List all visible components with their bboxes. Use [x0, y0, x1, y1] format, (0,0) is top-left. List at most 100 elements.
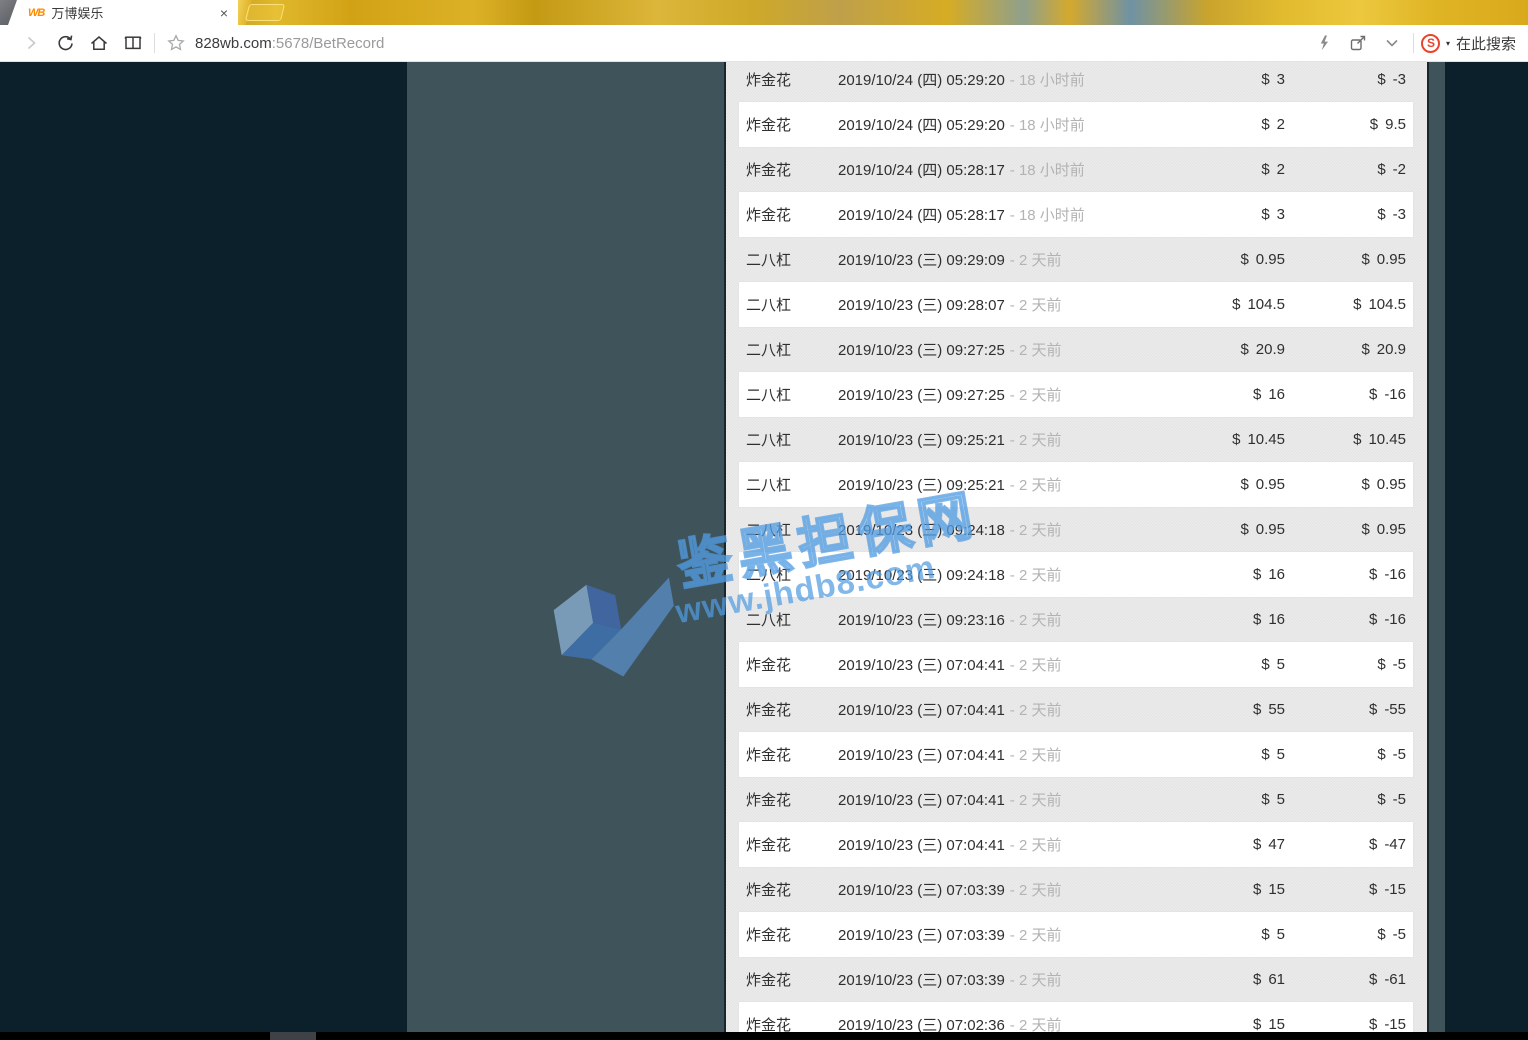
amount-currency: $ — [1261, 161, 1270, 178]
table-row: 炸金花 2019/10/23 (三) 07:04:41- 2 天前 $55 $ -… — [739, 687, 1413, 732]
bet-time: 2019/10/23 (三) 07:04:41 — [838, 702, 1005, 719]
bet-time-cell: 2019/10/23 (三) 09:25:21- 2 天前 — [838, 429, 1125, 450]
amount-currency: $ — [1240, 521, 1249, 538]
win-loss-cell: $0.95 — [1285, 251, 1413, 268]
home-button[interactable] — [82, 28, 116, 58]
toolbar-more-button[interactable] — [1375, 28, 1409, 58]
page-content: 炸金花 2019/10/24 (四) 05:29:20- 18 小时前 $3 $… — [0, 62, 1528, 1032]
bet-time-cell: 2019/10/23 (三) 07:04:41- 2 天前 — [838, 654, 1125, 675]
bet-amount-cell: $47 — [1125, 836, 1285, 853]
result-value: -47 — [1384, 836, 1406, 853]
table-row: 炸金花 2019/10/23 (三) 07:03:39- 2 天前 $15 $ -… — [739, 867, 1413, 912]
toolbar-separator — [154, 33, 155, 53]
win-loss-cell: $9.5 — [1285, 116, 1413, 133]
page-background-right — [1445, 62, 1528, 1032]
share-button[interactable] — [1341, 28, 1375, 58]
search-here-label[interactable]: 在此搜索 — [1456, 33, 1516, 54]
bet-amount-cell: $5 — [1125, 656, 1285, 673]
address-bar[interactable]: 828wb.com:5678/BetRecord — [195, 35, 384, 52]
browser-tab[interactable]: WB 万博娱乐 × — [8, 0, 238, 25]
bet-time: 2019/10/23 (三) 09:28:07 — [838, 297, 1005, 314]
caret-down-icon[interactable]: ▾ — [1446, 39, 1450, 48]
bet-time-cell: 2019/10/23 (三) 07:02:36 - 2 天前 — [838, 1014, 1125, 1032]
win-loss-cell: $ -5 — [1285, 926, 1413, 943]
result-currency: $ — [1368, 1016, 1378, 1032]
game-name: 炸金花 — [746, 927, 792, 944]
horizontal-scrollbar[interactable] — [0, 1032, 1528, 1040]
amount-value: 2 — [1276, 116, 1285, 133]
bet-amount-cell: $0.95 — [1125, 476, 1285, 493]
bet-time-ago: - 2 天前 — [1009, 702, 1062, 719]
bet-time: 2019/10/23 (三) 09:25:21 — [838, 432, 1005, 449]
forward-button[interactable] — [14, 28, 48, 58]
bet-time-cell: 2019/10/24 (四) 05:28:17- 18 小时前 — [838, 204, 1125, 225]
bet-amount-cell: $104.5 — [1125, 296, 1285, 313]
bet-time-cell: 2019/10/23 (三) 09:23:16- 2 天前 — [838, 609, 1125, 630]
result-currency: $ — [1377, 656, 1386, 673]
bet-time-ago: - 18 小时前 — [1009, 162, 1085, 179]
win-loss-cell: $ -5 — [1285, 791, 1413, 808]
toolbar-separator — [1412, 33, 1414, 53]
bet-time: 2019/10/23 (三) 09:25:21 — [838, 477, 1005, 494]
bet-time-cell: 2019/10/23 (三) 07:04:41- 2 天前 — [838, 699, 1125, 720]
table-row: 炸金花 2019/10/24 (四) 05:29:20- 18 小时前 $3 $… — [739, 62, 1413, 102]
bookmark-button[interactable] — [159, 28, 193, 58]
result-value: -5 — [1392, 746, 1406, 763]
bet-amount-cell: $55 — [1125, 701, 1285, 718]
game-name: 二八杠 — [746, 342, 792, 359]
reading-list-button[interactable] — [116, 28, 150, 58]
bet-time-ago: - 2 天前 — [1009, 567, 1062, 584]
result-value: 104.5 — [1368, 296, 1406, 313]
bet-time-cell: 2019/10/23 (三) 09:29:09- 2 天前 — [838, 249, 1125, 270]
result-value: 0.95 — [1376, 251, 1406, 268]
flash-block-button[interactable] — [1307, 28, 1341, 58]
game-name: 炸金花 — [746, 162, 792, 179]
refresh-button[interactable] — [48, 28, 82, 58]
win-loss-cell: $ -47 — [1285, 836, 1413, 853]
bet-time-ago: - 2 天前 — [1009, 927, 1062, 944]
result-value: -16 — [1384, 386, 1406, 403]
bet-time: 2019/10/24 (四) 05:28:17 — [838, 162, 1005, 179]
bet-time-ago: - 2 天前 — [1009, 837, 1062, 854]
bet-time: 2019/10/23 (三) 07:04:41 — [838, 657, 1005, 674]
chevron-right-icon — [27, 36, 36, 50]
win-loss-cell: $ -61 — [1285, 971, 1413, 988]
game-name: 炸金花 — [746, 972, 792, 989]
amount-currency: $ — [1252, 611, 1262, 628]
win-loss-cell: $ -16 — [1285, 611, 1413, 628]
result-currency: $ — [1369, 116, 1379, 133]
table-row: 炸金花 2019/10/23 (三) 07:04:41- 2 天前 $5 $ -5 — [739, 642, 1413, 687]
result-currency: $ — [1368, 971, 1378, 988]
result-currency: $ — [1361, 341, 1370, 358]
game-name: 炸金花 — [746, 702, 792, 719]
amount-value: 0.95 — [1255, 521, 1285, 538]
amount-currency: $ — [1240, 476, 1249, 493]
bet-amount-cell: $16 — [1125, 566, 1285, 583]
result-value: -5 — [1392, 926, 1406, 943]
amount-value: 16 — [1268, 611, 1285, 628]
amount-currency: $ — [1252, 701, 1262, 718]
result-value: -16 — [1384, 611, 1406, 628]
result-value: -5 — [1392, 656, 1406, 673]
game-name: 二八杠 — [746, 522, 792, 539]
amount-currency: $ — [1261, 656, 1270, 673]
result-value: 20.9 — [1376, 341, 1406, 358]
bet-time-cell: 2019/10/23 (三) 09:24:18- 2 天前 — [838, 519, 1125, 540]
bet-time: 2019/10/23 (三) 09:24:18 — [838, 567, 1005, 584]
game-name: 炸金花 — [746, 72, 792, 89]
table-row: 炸金花 2019/10/23 (三) 07:04:41- 2 天前 $5 $ -5 — [739, 777, 1413, 822]
result-value: 10.45 — [1368, 431, 1406, 448]
site-favicon-icon: WB — [28, 6, 45, 19]
win-loss-cell: $ -15 — [1285, 1016, 1413, 1032]
horizontal-scrollbar-thumb[interactable] — [270, 1032, 316, 1040]
bet-time-cell: 2019/10/23 (三) 07:03:39- 2 天前 — [838, 969, 1125, 990]
bet-time: 2019/10/23 (三) 07:03:39 — [838, 882, 1005, 899]
bet-time: 2019/10/23 (三) 09:24:18 — [838, 522, 1005, 539]
tab-close-icon[interactable]: × — [220, 5, 228, 21]
amount-currency: $ — [1232, 296, 1241, 313]
search-engine-button[interactable]: S — [1418, 28, 1444, 58]
result-value: -15 — [1384, 1016, 1406, 1032]
amount-value: 0.95 — [1255, 476, 1285, 493]
bet-time: 2019/10/23 (三) 09:23:16 — [838, 612, 1005, 629]
bet-record-panel: 炸金花 2019/10/24 (四) 05:29:20- 18 小时前 $3 $… — [724, 62, 1429, 1032]
